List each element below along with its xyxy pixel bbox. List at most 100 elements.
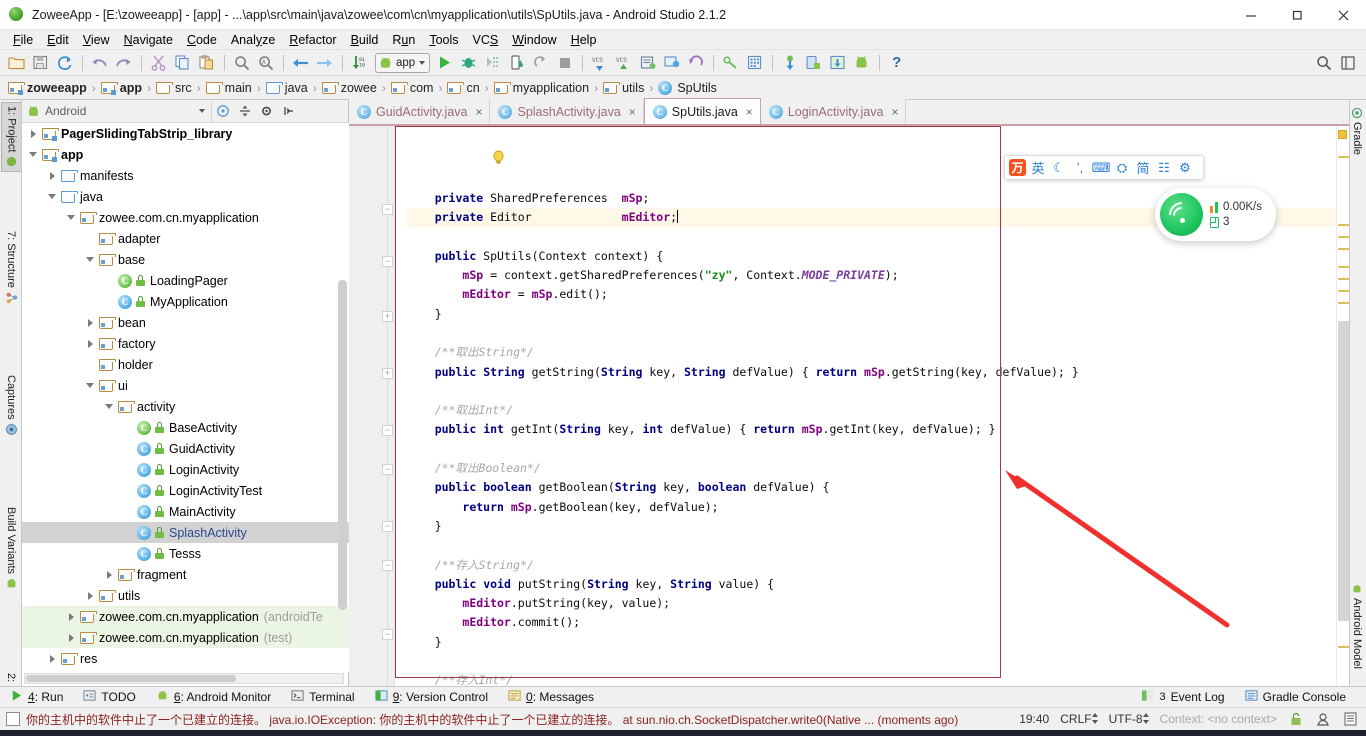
memory-icon[interactable]: [1342, 711, 1358, 727]
editor-marker[interactable]: [1338, 302, 1349, 304]
menu-item-view[interactable]: View: [76, 32, 117, 48]
android-icon[interactable]: [850, 52, 873, 74]
editor-marker[interactable]: [1338, 248, 1349, 250]
tree-node-adapter[interactable]: adapter: [22, 228, 349, 249]
tree-node-myapplication[interactable]: C MyApplication: [22, 291, 349, 312]
tree-node-pagerslidingtabstrip-library[interactable]: PagerSlidingTabStrip_library: [22, 123, 349, 144]
editor-marker[interactable]: [1338, 646, 1349, 648]
menu-item-build[interactable]: Build: [344, 32, 386, 48]
chevron-down-icon[interactable]: [66, 212, 77, 223]
open-folder-icon[interactable]: [5, 52, 28, 74]
project-structure-icon[interactable]: [719, 52, 742, 74]
menu-item-edit[interactable]: Edit: [40, 32, 76, 48]
tree-node-app[interactable]: app: [22, 144, 349, 165]
tree-node-holder[interactable]: holder: [22, 354, 349, 375]
right-toolwindow-gradle[interactable]: Gradle: [1349, 104, 1365, 158]
line-separator-widget[interactable]: CRLF: [1060, 712, 1098, 726]
breadcrumb-item-zowee[interactable]: zowee: [321, 81, 377, 95]
device-icon[interactable]: [802, 52, 825, 74]
attach-debugger-icon[interactable]: [505, 52, 528, 74]
tree-node-zowee-com-cn-myapplication[interactable]: zowee.com.cn.myapplication (androidTe: [22, 606, 349, 627]
close-icon[interactable]: ×: [891, 105, 898, 119]
intention-bulb-icon[interactable]: [423, 131, 504, 164]
bottom-toolwindow-terminal[interactable]: Terminal: [281, 689, 364, 705]
breadcrumb-item-java[interactable]: java: [265, 81, 308, 95]
chevron-right-icon[interactable]: [47, 170, 58, 181]
chevron-down-icon[interactable]: [28, 149, 39, 160]
menu-item-window[interactable]: Window: [505, 32, 563, 48]
toolbox-icon[interactable]: ☷: [1155, 158, 1173, 177]
menu-item-code[interactable]: Code: [180, 32, 224, 48]
bottom-toolwindow-version-control[interactable]: 9: Version Control: [365, 689, 498, 705]
chevron-right-icon[interactable]: [66, 632, 77, 643]
fold-minus-icon[interactable]: −: [382, 629, 393, 640]
editor-tab-loginactivity-java[interactable]: C LoginActivity.java ×: [760, 99, 907, 124]
breadcrumb-item-myapplication[interactable]: myapplication: [493, 81, 589, 95]
sync-icon[interactable]: [53, 52, 76, 74]
tree-node-bean[interactable]: bean: [22, 312, 349, 333]
input-method-toolbar[interactable]: 万英 ☾ ʼ, ⌨ ⛭ 简 ☷ ⚙: [1004, 155, 1204, 180]
back-icon[interactable]: [289, 52, 312, 74]
menu-item-analyze[interactable]: Analyze: [224, 32, 282, 48]
tree-node-factory[interactable]: factory: [22, 333, 349, 354]
bottom-toolwindow-event-log[interactable]: 3 Event Log: [1131, 689, 1234, 705]
cut-icon[interactable]: [147, 52, 170, 74]
chevron-down-icon[interactable]: [85, 380, 96, 391]
avd-manager-icon[interactable]: [660, 52, 683, 74]
breadcrumb-item-cn[interactable]: cn: [447, 81, 480, 95]
menu-item-tools[interactable]: Tools: [422, 32, 465, 48]
chevron-right-icon[interactable]: [28, 128, 39, 139]
project-tree-horizontal-scrollbar[interactable]: [24, 673, 344, 684]
menu-item-navigate[interactable]: Navigate: [117, 32, 180, 48]
left-toolwindow-captures[interactable]: Captures: [1, 372, 21, 439]
breadcrumb-item-utils[interactable]: utils: [603, 81, 644, 95]
bottom-toolwindow-todo[interactable]: TODO: [73, 689, 145, 705]
project-tree-vertical-scrollbar[interactable]: [338, 280, 347, 610]
chevron-right-icon[interactable]: [85, 590, 96, 601]
fold-minus-icon[interactable]: −: [382, 204, 393, 215]
chevron-right-icon[interactable]: [66, 611, 77, 622]
breadcrumb-item-zoweeapp[interactable]: zoweeapp: [8, 81, 87, 95]
editor-tab-splashactivity-java[interactable]: C SplashActivity.java ×: [490, 99, 644, 124]
lock-icon[interactable]: [1288, 711, 1304, 727]
minimize-button[interactable]: [1228, 0, 1274, 30]
editor-marker-bar[interactable]: [1336, 126, 1349, 686]
rerun-icon[interactable]: [529, 52, 552, 74]
soft-keyboard-icon[interactable]: ⌨: [1092, 158, 1111, 177]
chevron-down-icon[interactable]: [104, 401, 115, 412]
context-widget[interactable]: Context: <no context>: [1160, 712, 1277, 726]
compile-icon[interactable]: 01 10: [348, 52, 371, 74]
collapse-target-icon[interactable]: [212, 101, 234, 122]
menu-item-refactor[interactable]: Refactor: [282, 32, 343, 48]
sdk-manager-icon[interactable]: [636, 52, 659, 74]
save-all-icon[interactable]: [29, 52, 52, 74]
layout-icon[interactable]: [1336, 52, 1359, 74]
tree-node-manifests[interactable]: manifests: [22, 165, 349, 186]
tree-node-java[interactable]: java: [22, 186, 349, 207]
left-toolwindow-structure[interactable]: 7: Structure: [1, 228, 21, 307]
tree-node-utils[interactable]: utils: [22, 585, 349, 606]
vcs-update-icon[interactable]: VCS: [588, 52, 611, 74]
user-icon[interactable]: ⛭: [1113, 158, 1131, 177]
editor-warning-marker[interactable]: [1338, 130, 1347, 139]
forward-icon[interactable]: [313, 52, 336, 74]
sdk-icon[interactable]: [826, 52, 849, 74]
fold-minus-icon[interactable]: −: [382, 256, 393, 267]
editor-marker[interactable]: [1338, 278, 1349, 280]
menu-item-run[interactable]: Run: [385, 32, 422, 48]
menu-item-help[interactable]: Help: [564, 32, 604, 48]
tree-node-loginactivity[interactable]: C LoginActivity: [22, 459, 349, 480]
chevron-down-icon[interactable]: [85, 254, 96, 265]
left-toolwindow-project[interactable]: 1: Project: [1, 102, 21, 173]
fold-minus-icon[interactable]: −: [382, 560, 393, 571]
chevron-right-icon[interactable]: [85, 338, 96, 349]
network-speed-widget[interactable]: 0.00K/s 3: [1155, 188, 1276, 241]
tree-node-res[interactable]: res: [22, 648, 349, 669]
editor-tab-sputils-java[interactable]: C SpUtils.java ×: [643, 98, 761, 124]
tree-node-tesss[interactable]: C Tesss: [22, 543, 349, 564]
search-everywhere-icon[interactable]: [1312, 52, 1335, 74]
moon-icon[interactable]: ☾: [1050, 158, 1068, 177]
editor-tab-guidactivity-java[interactable]: C GuidActivity.java ×: [349, 99, 491, 124]
run-coverage-icon[interactable]: [481, 52, 504, 74]
editor-marker[interactable]: [1338, 290, 1349, 292]
